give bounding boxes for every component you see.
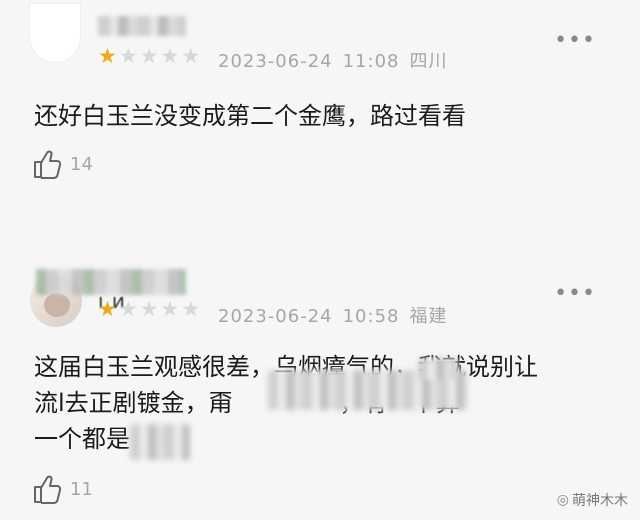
redaction-blur xyxy=(418,358,458,380)
comment-text: 还好白玉兰没变成第二个金鹰，路过看看 xyxy=(34,102,466,130)
star-icon: ★ xyxy=(139,44,159,68)
more-options-icon[interactable]: ••• xyxy=(554,30,596,52)
comment-meta: 2023-06-24 10:58 福建 xyxy=(218,302,457,328)
star-rating: ★ ★ ★ ★ ★ xyxy=(98,46,200,67)
comment-location: 福建 xyxy=(409,306,448,327)
star-icon: ★ xyxy=(181,44,201,68)
watermark-text: 萌神木木 xyxy=(572,493,628,509)
star-icon-filled: ★ xyxy=(98,297,117,321)
star-icon: ★ xyxy=(160,44,180,68)
username-blurred[interactable] xyxy=(98,16,186,36)
avatar[interactable] xyxy=(30,4,80,62)
comment-card: ★ ★ ★ ★ ★ 2023-06-24 11:08 四川 ••• 还好白玉兰没变成… xyxy=(0,0,640,255)
watermark: ◎ 萌神木木 xyxy=(557,490,628,510)
comment-time: 11:08 xyxy=(342,51,400,72)
comment-date: 2023-06-24 xyxy=(218,51,333,72)
thumbs-up-icon xyxy=(34,150,62,179)
like-count: 14 xyxy=(70,153,93,175)
redaction-blur xyxy=(130,424,190,460)
like-button[interactable]: 11 xyxy=(32,473,93,505)
comment-meta: 2023-06-24 11:08 四川 xyxy=(218,47,457,73)
star-icon: ★ xyxy=(181,297,201,321)
like-count: 11 xyxy=(70,478,93,500)
star-icon: ★ xyxy=(160,297,180,321)
star-icon: ★ xyxy=(139,297,159,321)
star-rating: ★ ★ ★ ★ ★ xyxy=(98,299,200,320)
star-icon: ★ xyxy=(118,44,138,68)
star-icon: ★ xyxy=(118,297,138,321)
star-icon-filled: ★ xyxy=(98,44,117,68)
like-button[interactable]: 14 xyxy=(32,148,93,180)
comment-time: 10:58 xyxy=(342,306,400,327)
thumbs-up-icon xyxy=(34,475,62,504)
comment-date: 2023-06-24 xyxy=(218,306,333,327)
comment-location: 四川 xyxy=(409,51,448,72)
weibo-like-icon: ◎ xyxy=(556,492,569,508)
more-options-icon[interactable]: ••• xyxy=(554,283,596,305)
